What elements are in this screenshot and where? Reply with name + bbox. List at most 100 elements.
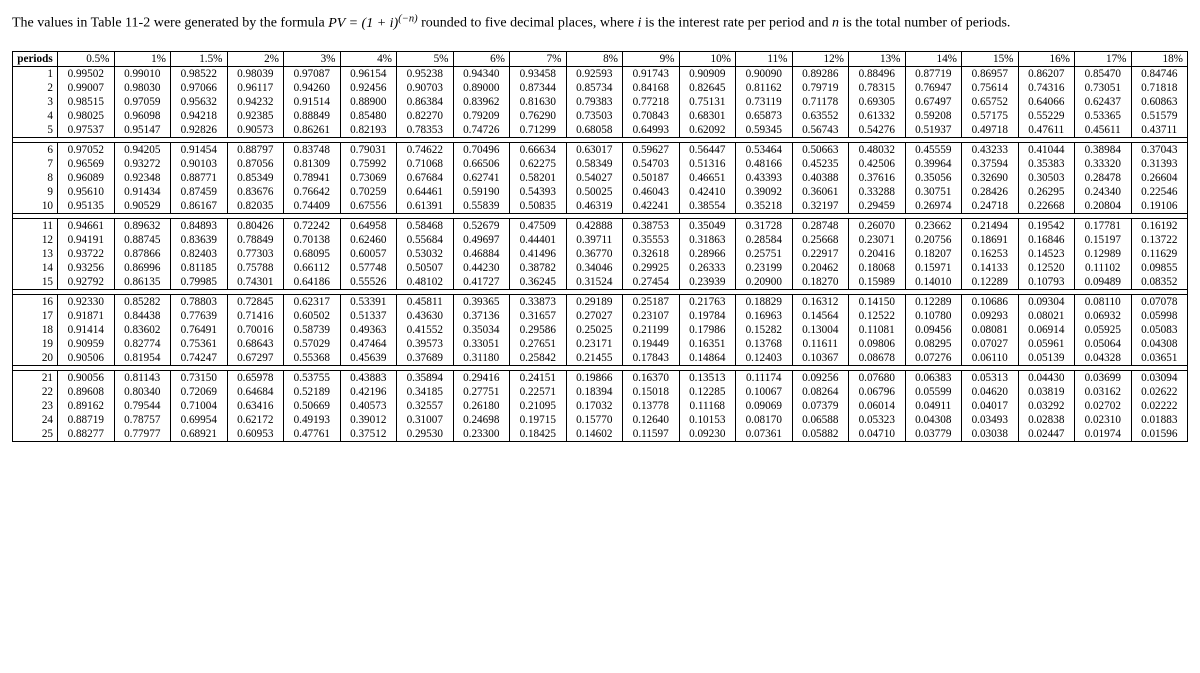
value-cell: 0.81162 <box>736 81 793 95</box>
value-cell: 0.05882 <box>792 427 849 442</box>
value-cell: 0.12285 <box>679 385 736 399</box>
value-cell: 0.87866 <box>114 247 171 261</box>
value-cell: 0.57175 <box>962 109 1019 123</box>
formula: PV = (1 + i)(−n) <box>328 16 417 31</box>
value-cell: 0.18425 <box>510 427 567 442</box>
value-cell: 0.76642 <box>284 185 341 199</box>
table-row: 120.941910.887450.836390.788490.701380.6… <box>13 233 1188 247</box>
value-cell: 0.08295 <box>905 337 962 351</box>
value-cell: 0.11081 <box>849 323 906 337</box>
value-cell: 0.18394 <box>566 385 623 399</box>
value-cell: 0.60502 <box>284 309 341 323</box>
value-cell: 0.82774 <box>114 337 171 351</box>
value-cell: 0.31524 <box>566 275 623 290</box>
value-cell: 0.73150 <box>171 371 228 386</box>
value-cell: 0.88745 <box>114 233 171 247</box>
value-cell: 0.34185 <box>397 385 454 399</box>
value-cell: 0.88277 <box>58 427 115 442</box>
value-cell: 0.66634 <box>510 143 567 158</box>
value-cell: 0.11629 <box>1131 247 1188 261</box>
value-cell: 0.62092 <box>679 123 736 138</box>
value-cell: 0.33873 <box>510 295 567 310</box>
value-cell: 0.03651 <box>1131 351 1188 366</box>
value-cell: 0.59345 <box>736 123 793 138</box>
value-cell: 0.23199 <box>736 261 793 275</box>
value-cell: 0.07379 <box>792 399 849 413</box>
value-cell: 0.17781 <box>1075 219 1132 234</box>
value-cell: 0.39012 <box>340 413 397 427</box>
value-cell: 0.24340 <box>1075 185 1132 199</box>
value-cell: 0.82035 <box>227 199 284 214</box>
value-cell: 0.83602 <box>114 323 171 337</box>
value-cell: 0.17032 <box>566 399 623 413</box>
value-cell: 0.82645 <box>679 81 736 95</box>
table-row: 80.960890.923480.887710.853490.789410.73… <box>13 171 1188 185</box>
value-cell: 0.35553 <box>623 233 680 247</box>
value-cell: 0.98030 <box>114 81 171 95</box>
value-cell: 0.20756 <box>905 233 962 247</box>
value-cell: 0.74726 <box>453 123 510 138</box>
period-cell: 16 <box>13 295 58 310</box>
value-cell: 0.50663 <box>792 143 849 158</box>
periods-header: periods <box>13 52 58 67</box>
value-cell: 0.64066 <box>1018 95 1075 109</box>
value-cell: 0.12289 <box>962 275 1019 290</box>
value-cell: 0.86207 <box>1018 67 1075 82</box>
value-cell: 0.01974 <box>1075 427 1132 442</box>
value-cell: 0.02222 <box>1131 399 1188 413</box>
value-cell: 0.15971 <box>905 261 962 275</box>
value-cell: 0.84168 <box>623 81 680 95</box>
value-cell: 0.28584 <box>736 233 793 247</box>
table-row: 130.937220.878660.824030.773030.680950.6… <box>13 247 1188 261</box>
value-cell: 0.86135 <box>114 275 171 290</box>
value-cell: 0.10153 <box>679 413 736 427</box>
value-cell: 0.82403 <box>171 247 228 261</box>
value-cell: 0.70843 <box>623 109 680 123</box>
value-cell: 0.14010 <box>905 275 962 290</box>
value-cell: 0.78849 <box>227 233 284 247</box>
value-cell: 0.55839 <box>453 199 510 214</box>
value-cell: 0.79031 <box>340 143 397 158</box>
value-cell: 0.29925 <box>623 261 680 275</box>
value-cell: 0.09489 <box>1075 275 1132 290</box>
value-cell: 0.02702 <box>1075 399 1132 413</box>
value-cell: 0.27751 <box>453 385 510 399</box>
value-cell: 0.15197 <box>1075 233 1132 247</box>
value-cell: 0.21494 <box>962 219 1019 234</box>
value-cell: 0.97052 <box>58 143 115 158</box>
value-cell: 0.22668 <box>1018 199 1075 214</box>
value-cell: 0.46043 <box>623 185 680 199</box>
value-cell: 0.81630 <box>510 95 567 109</box>
rate-header: 2% <box>227 52 284 67</box>
value-cell: 0.32557 <box>397 399 454 413</box>
value-cell: 0.72069 <box>171 385 228 399</box>
value-cell: 0.49193 <box>284 413 341 427</box>
value-cell: 0.77303 <box>227 247 284 261</box>
table-row: 190.909590.827740.753610.686430.570290.4… <box>13 337 1188 351</box>
value-cell: 0.23171 <box>566 337 623 351</box>
value-cell: 0.29416 <box>453 371 510 386</box>
value-cell: 0.02447 <box>1018 427 1075 442</box>
value-cell: 0.94205 <box>114 143 171 158</box>
value-cell: 0.16253 <box>962 247 1019 261</box>
value-cell: 0.13513 <box>679 371 736 386</box>
value-cell: 0.82270 <box>397 109 454 123</box>
value-cell: 0.11174 <box>736 371 793 386</box>
table-row: 50.975370.951470.928260.905730.862610.82… <box>13 123 1188 138</box>
value-cell: 0.53755 <box>284 371 341 386</box>
value-cell: 0.08081 <box>962 323 1019 337</box>
value-cell: 0.05323 <box>849 413 906 427</box>
table-row: 150.927920.861350.799850.743010.641860.5… <box>13 275 1188 290</box>
value-cell: 0.04017 <box>962 399 1019 413</box>
value-cell: 0.68643 <box>227 337 284 351</box>
value-cell: 0.17843 <box>623 351 680 366</box>
value-cell: 0.68921 <box>171 427 228 442</box>
value-cell: 0.65752 <box>962 95 1019 109</box>
period-cell: 17 <box>13 309 58 323</box>
value-cell: 0.35056 <box>905 171 962 185</box>
value-cell: 0.08021 <box>1018 309 1075 323</box>
intro-after: rounded to five decimal places, where <box>421 16 638 31</box>
value-cell: 0.62317 <box>284 295 341 310</box>
value-cell: 0.89286 <box>792 67 849 82</box>
rate-header: 1.5% <box>171 52 228 67</box>
